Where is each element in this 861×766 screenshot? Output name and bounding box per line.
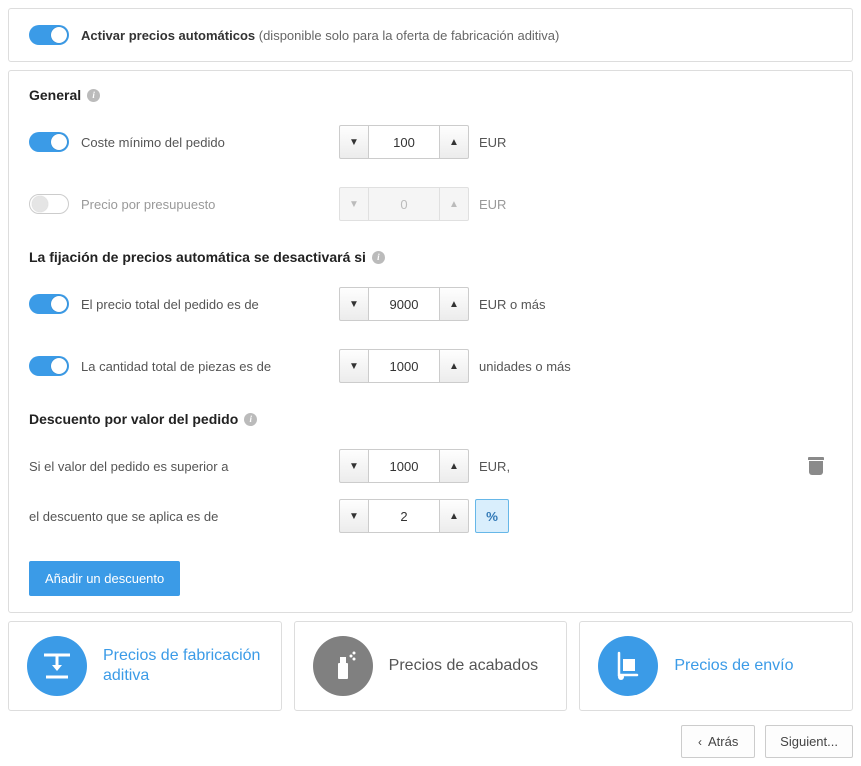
total-price-toggle[interactable]	[29, 294, 69, 314]
price-cards-row: Precios de fabricación aditiva Precios d…	[8, 621, 853, 711]
discount-rate-stepper[interactable]: ▼ ▲	[339, 499, 469, 533]
increment-button[interactable]: ▲	[439, 349, 469, 383]
next-button[interactable]: Siguient...	[765, 725, 853, 758]
decrement-button[interactable]: ▼	[339, 499, 369, 533]
trash-icon[interactable]	[808, 457, 824, 475]
price-per-quote-toggle[interactable]	[29, 194, 69, 214]
card-label: Precios de fabricación aditiva	[103, 646, 263, 686]
total-qty-label: La cantidad total de piezas es de	[81, 359, 271, 374]
finishes-pricing-card[interactable]: Precios de acabados	[294, 621, 568, 711]
min-order-cost-stepper[interactable]: ▼ ▲	[339, 125, 469, 159]
decrement-button[interactable]: ▼	[339, 449, 369, 483]
decrement-button[interactable]: ▼	[339, 125, 369, 159]
back-button[interactable]: ‹ Atrás	[681, 725, 755, 758]
activate-panel: Activar precios automáticos (disponible …	[8, 8, 853, 62]
chevron-left-icon: ‹	[698, 735, 702, 749]
info-icon[interactable]: i	[87, 89, 100, 102]
total-qty-toggle[interactable]	[29, 356, 69, 376]
unit-label: EUR,	[479, 459, 510, 474]
decrement-button: ▼	[339, 187, 369, 221]
price-per-quote-label: Precio por presupuesto	[81, 197, 215, 212]
increment-button: ▲	[439, 187, 469, 221]
total-price-input[interactable]	[369, 287, 439, 321]
footer-nav: ‹ Atrás Siguient...	[8, 725, 853, 758]
min-order-cost-input[interactable]	[369, 125, 439, 159]
disable-heading: La fijación de precios automática se des…	[29, 249, 832, 265]
unit-label: unidades o más	[479, 359, 571, 374]
min-order-cost-toggle[interactable]	[29, 132, 69, 152]
activate-label: Activar precios automáticos (disponible …	[81, 28, 559, 43]
increment-button[interactable]: ▲	[439, 499, 469, 533]
general-heading: General i	[29, 87, 832, 103]
increment-button[interactable]: ▲	[439, 125, 469, 159]
decrement-button[interactable]: ▼	[339, 287, 369, 321]
discount-rate-input[interactable]	[369, 499, 439, 533]
increment-button[interactable]: ▲	[439, 287, 469, 321]
min-order-cost-label: Coste mínimo del pedido	[81, 135, 225, 150]
unit-label: EUR o más	[479, 297, 545, 312]
total-qty-input[interactable]	[369, 349, 439, 383]
decrement-button[interactable]: ▼	[339, 349, 369, 383]
info-icon[interactable]: i	[372, 251, 385, 264]
additive-pricing-card[interactable]: Precios de fabricación aditiva	[8, 621, 282, 711]
total-price-label: El precio total del pedido es de	[81, 297, 259, 312]
price-per-quote-input	[369, 187, 439, 221]
discount-heading: Descuento por valor del pedido i	[29, 411, 832, 427]
discount-threshold-label: Si el valor del pedido es superior a	[29, 459, 228, 474]
unit-label: EUR	[479, 197, 506, 212]
discount-threshold-stepper[interactable]: ▼ ▲	[339, 449, 469, 483]
unit-label: EUR	[479, 135, 506, 150]
increment-button[interactable]: ▲	[439, 449, 469, 483]
hand-truck-icon	[598, 636, 658, 696]
info-icon[interactable]: i	[244, 413, 257, 426]
spray-icon	[313, 636, 373, 696]
add-discount-button[interactable]: Añadir un descuento	[29, 561, 180, 596]
settings-panel: General i Coste mínimo del pedido ▼ ▲ EU…	[8, 70, 853, 613]
discount-threshold-input[interactable]	[369, 449, 439, 483]
discount-rate-label: el descuento que se aplica es de	[29, 509, 218, 524]
card-label: Precios de envío	[674, 656, 793, 676]
shipping-pricing-card[interactable]: Precios de envío	[579, 621, 853, 711]
price-per-quote-stepper: ▼ ▲	[339, 187, 469, 221]
total-price-stepper[interactable]: ▼ ▲	[339, 287, 469, 321]
percent-unit-button[interactable]: %	[475, 499, 509, 533]
activate-toggle[interactable]	[29, 25, 69, 45]
printer-icon	[27, 636, 87, 696]
total-qty-stepper[interactable]: ▼ ▲	[339, 349, 469, 383]
card-label: Precios de acabados	[389, 656, 538, 676]
